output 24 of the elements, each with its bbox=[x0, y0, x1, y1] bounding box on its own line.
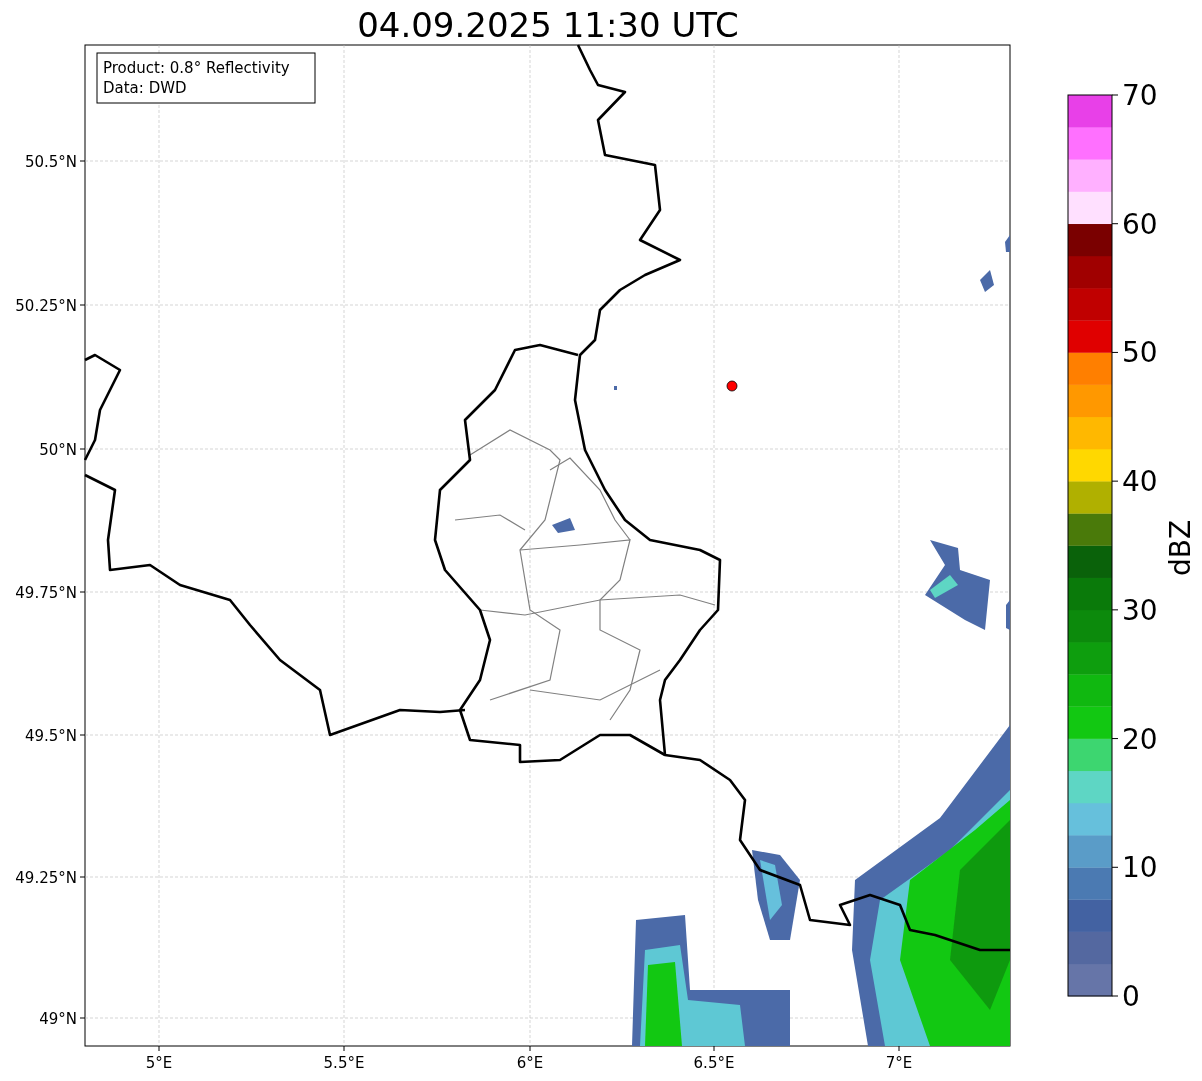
longitude-tick-label: 5°E bbox=[145, 1045, 173, 1072]
latitude-tick-label: 49.5°N bbox=[24, 727, 86, 745]
colorbar-tick-label: 70 bbox=[1111, 79, 1158, 112]
longitude-tick-label: 6.5°E bbox=[693, 1045, 735, 1072]
latitude-tick-label: 50.5°N bbox=[24, 153, 86, 171]
colorbar-tick-label: 0 bbox=[1111, 980, 1140, 1013]
info-box: Product: 0.8° Reflectivity Data: DWD bbox=[96, 52, 316, 104]
colorbar-tick-label: 20 bbox=[1111, 722, 1158, 756]
colorbar-tick-label: 30 bbox=[1111, 593, 1158, 627]
latitude-tick-label: 50°N bbox=[39, 441, 86, 459]
colorbar-tick-label: 40 bbox=[1111, 465, 1158, 499]
figure-title: 04.09.2025 11:30 UTC bbox=[357, 4, 739, 46]
longitude-tick-label: 6°E bbox=[516, 1045, 544, 1072]
longitude-tick-label: 5.5°E bbox=[323, 1045, 365, 1072]
colorbar-tick-label: 10 bbox=[1111, 851, 1158, 885]
latitude-tick-label: 49°N bbox=[39, 1010, 86, 1028]
colorbar-tick-label: 50 bbox=[1111, 336, 1158, 370]
latitude-tick-label: 50.25°N bbox=[15, 297, 86, 315]
latitude-tick-label: 49.75°N bbox=[15, 584, 86, 602]
longitude-tick-label: 7°E bbox=[885, 1045, 913, 1072]
colorbar-tick-label: 60 bbox=[1111, 207, 1158, 241]
station-marker bbox=[726, 380, 738, 392]
latitude-tick-label: 49.25°N bbox=[15, 869, 86, 887]
colorbar-label: dBZ bbox=[1164, 519, 1197, 577]
